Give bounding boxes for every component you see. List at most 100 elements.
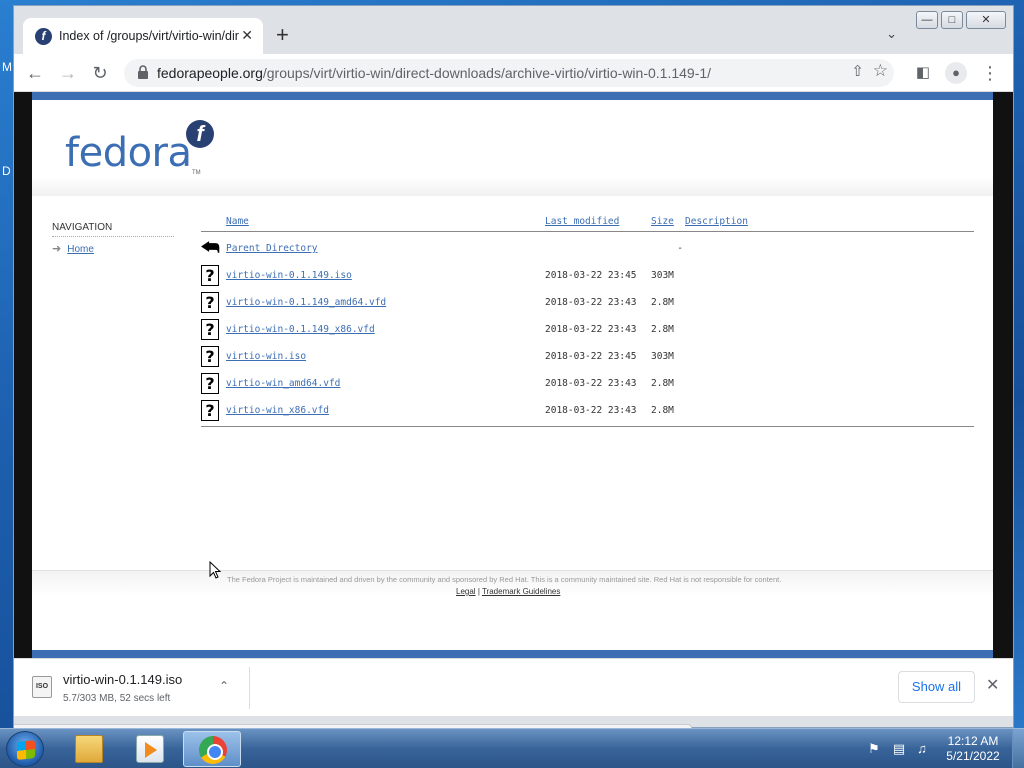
chevron-up-icon[interactable]: ⌃ — [219, 679, 229, 693]
home-link[interactable]: Home — [67, 244, 94, 255]
taskbar-media-player[interactable] — [121, 731, 179, 767]
taskbar: ⚑ ▤ ♫ 12:12 AM 5/21/2022 — [0, 728, 1024, 768]
file-link[interactable]: virtio-win-0.1.149.iso — [226, 270, 352, 281]
shelf-divider — [249, 667, 250, 709]
modified-cell: 2018-03-22 23:43 — [545, 297, 637, 308]
web-page: fedora f TM NAVIGATION ➜ Home Name Last m… — [32, 92, 993, 658]
start-button[interactable] — [6, 731, 44, 767]
maximize-button[interactable]: □ — [941, 11, 963, 29]
table-row: ? virtio-win-0.1.149.iso 2018-03-22 23:4… — [201, 265, 974, 297]
media-player-icon — [136, 735, 164, 763]
trademark-guidelines-link[interactable]: Trademark Guidelines — [482, 587, 560, 596]
size-cell: 2.8M — [651, 378, 674, 389]
taskbar-chrome[interactable] — [183, 731, 241, 767]
site-header: fedora f TM — [32, 100, 993, 196]
table-row: ⮪ Parent Directory - — [201, 237, 974, 270]
back-arrow-icon: ⮪ — [201, 235, 220, 259]
size-cell: 303M — [651, 270, 674, 281]
file-link[interactable]: virtio-win_x86.vfd — [226, 405, 329, 416]
fedora-logo-text[interactable]: fedora — [65, 130, 192, 176]
unknown-file-icon: ? — [201, 292, 219, 313]
tab-search-chevron-icon[interactable]: ⌄ — [886, 26, 897, 42]
bookmark-star-icon[interactable]: ☆ — [873, 61, 888, 81]
page-viewport: fedora f TM NAVIGATION ➜ Home Name Last m… — [14, 92, 1013, 744]
profile-avatar-icon[interactable]: ● — [945, 62, 967, 84]
nav-item-home[interactable]: ➜ Home — [52, 242, 94, 255]
url-host: fedorapeople.org — [157, 65, 263, 81]
download-status: 5.7/303 MB, 52 secs left — [63, 693, 171, 704]
nav-arrow-icon: ➜ — [52, 243, 62, 255]
sort-by-name-link[interactable]: Name — [226, 216, 249, 227]
site-footer: The Fedora Project is maintained and dri… — [32, 570, 993, 658]
unknown-file-icon: ? — [201, 346, 219, 367]
tab-title: Index of /groups/virt/virtio-win/direct-… — [59, 29, 239, 43]
page-bottom-bar — [32, 650, 993, 658]
logo-trademark: TM — [192, 170, 201, 176]
taskbar-explorer[interactable] — [60, 731, 118, 767]
back-arrow-icon[interactable]: ← — [24, 62, 46, 84]
table-row: ? virtio-win.iso 2018-03-22 23:45 303M — [201, 346, 974, 378]
modified-cell: 2018-03-22 23:45 — [545, 270, 637, 281]
unknown-file-icon: ? — [201, 400, 219, 421]
system-clock[interactable]: 12:12 AM 5/21/2022 — [938, 734, 1008, 764]
sort-by-description-link[interactable]: Description — [685, 216, 748, 227]
volume-icon[interactable]: ♫ — [914, 741, 930, 757]
footer-separator: | — [477, 587, 480, 596]
table-row: ? virtio-win-0.1.149_x86.vfd 2018-03-22 … — [201, 319, 974, 351]
table-row: ? virtio-win-0.1.149_amd64.vfd 2018-03-2… — [201, 292, 974, 324]
unknown-file-icon: ? — [201, 373, 219, 394]
size-cell: 2.8M — [651, 324, 674, 335]
close-shelf-icon[interactable]: ✕ — [986, 675, 999, 695]
file-link[interactable]: virtio-win-0.1.149_x86.vfd — [226, 324, 375, 335]
mouse-cursor-icon — [209, 561, 221, 579]
sort-by-modified-link[interactable]: Last modified — [545, 216, 619, 227]
file-link[interactable]: virtio-win_amd64.vfd — [226, 378, 340, 389]
legal-link[interactable]: Legal — [456, 587, 476, 596]
modified-cell: 2018-03-22 23:43 — [545, 378, 637, 389]
clock-date: 5/21/2022 — [946, 749, 1000, 763]
title-bar: f Index of /groups/virt/virtio-win/direc… — [14, 6, 1013, 54]
tab-close-icon[interactable]: ✕ — [241, 27, 253, 44]
download-filename[interactable]: virtio-win-0.1.149.iso — [63, 672, 182, 687]
sort-by-size-link[interactable]: Size — [651, 216, 674, 227]
new-tab-button[interactable]: + — [276, 24, 289, 46]
footer-links: Legal | Trademark Guidelines — [456, 587, 560, 596]
navigation-heading: NAVIGATION — [52, 222, 174, 237]
file-link[interactable]: virtio-win.iso — [226, 351, 306, 362]
show-all-button[interactable]: Show all — [898, 671, 975, 703]
network-icon[interactable]: ▤ — [891, 741, 907, 757]
unknown-file-icon: ? — [201, 319, 219, 340]
browser-toolbar: ← → ↻ fedorapeople.org/groups/virt/virti… — [14, 54, 1013, 92]
reload-icon[interactable]: ↻ — [89, 62, 111, 84]
size-cell: 2.8M — [651, 405, 674, 416]
file-link[interactable]: virtio-win-0.1.149_amd64.vfd — [226, 297, 386, 308]
share-icon[interactable]: ⇧ — [851, 62, 864, 80]
side-panel-icon[interactable]: ◧ — [912, 62, 934, 84]
parent-directory-link[interactable]: Parent Directory — [226, 243, 318, 254]
close-window-button[interactable]: ✕ — [966, 11, 1006, 29]
lock-icon — [138, 65, 148, 79]
fedora-logo-icon[interactable]: f — [186, 120, 214, 148]
fedora-favicon-icon: f — [35, 28, 52, 45]
menu-kebab-icon[interactable]: ⋮ — [979, 62, 1001, 84]
forward-arrow-icon[interactable]: → — [57, 62, 79, 84]
footer-text: The Fedora Project is maintained and dri… — [227, 575, 782, 584]
clock-time: 12:12 AM — [947, 734, 999, 748]
desktop-icon-label: D — [2, 164, 11, 178]
chrome-icon — [199, 736, 227, 764]
size-cell: 303M — [651, 351, 674, 362]
browser-tab[interactable]: f Index of /groups/virt/virtio-win/direc… — [23, 18, 263, 54]
listing-divider — [201, 426, 974, 427]
browser-window: f Index of /groups/virt/virtio-win/direc… — [13, 5, 1014, 744]
page-top-bar — [32, 92, 993, 100]
iso-file-icon: ISO — [32, 676, 52, 698]
modified-cell: 2018-03-22 23:43 — [545, 324, 637, 335]
table-row: ? virtio-win_amd64.vfd 2018-03-22 23:43 … — [201, 373, 974, 405]
show-desktop-button[interactable] — [1012, 729, 1024, 768]
minimize-button[interactable]: — — [916, 11, 938, 29]
size-cell: 2.8M — [651, 297, 674, 308]
windows-logo-icon — [17, 740, 35, 760]
url-path: /groups/virt/virtio-win/direct-downloads… — [262, 65, 712, 81]
action-center-flag-icon[interactable]: ⚑ — [866, 741, 882, 757]
address-bar[interactable]: fedorapeople.org/groups/virt/virtio-win/… — [124, 59, 894, 87]
